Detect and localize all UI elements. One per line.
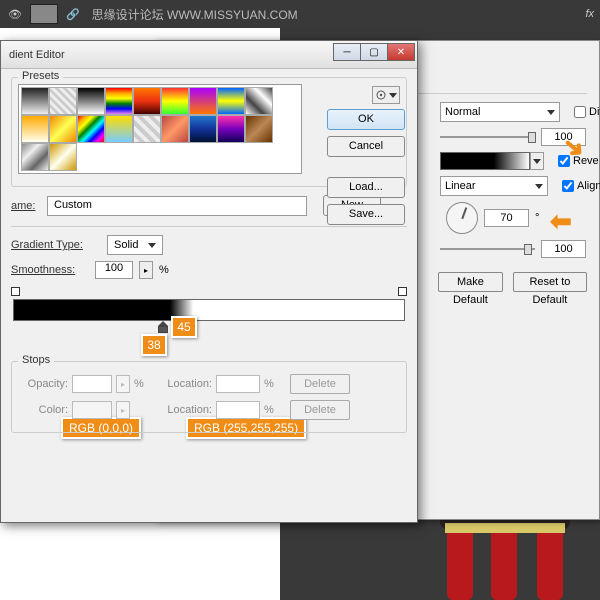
eye-icon: 👁 bbox=[8, 8, 22, 21]
gradient-type-select[interactable]: Solid bbox=[107, 235, 163, 255]
color-label: Color: bbox=[18, 404, 68, 416]
location-input-2 bbox=[216, 401, 260, 419]
popcorn-graphic bbox=[425, 515, 585, 600]
close-button[interactable]: ✕ bbox=[387, 43, 415, 61]
dialog-title: dient Editor bbox=[9, 49, 65, 61]
make-default-button[interactable]: Make Default bbox=[438, 272, 503, 292]
watermark-text: 思缘设计论坛 WWW.MISSYUAN.COM bbox=[92, 6, 298, 23]
smoothness-label: Smoothness: bbox=[11, 264, 89, 276]
save-button[interactable]: Save... bbox=[327, 204, 405, 225]
dropdown-icon bbox=[148, 243, 156, 248]
opacity-stepper: ▸ bbox=[116, 375, 130, 393]
color-swatch bbox=[72, 401, 112, 419]
minimize-button[interactable]: ─ bbox=[333, 43, 361, 61]
opacity-label: Opacity: bbox=[18, 378, 68, 390]
gradient-type-label: Gradient Type: bbox=[11, 239, 101, 251]
app-topbar: 👁 🔗 思缘设计论坛 WWW.MISSYUAN.COM fx bbox=[0, 0, 600, 28]
maximize-button[interactable]: ▢ bbox=[360, 43, 388, 61]
annotation-38: 38 bbox=[141, 334, 167, 356]
name-input[interactable]: Custom bbox=[47, 196, 307, 216]
opacity-stop-right[interactable] bbox=[398, 287, 407, 296]
style-select[interactable]: Linear bbox=[440, 176, 548, 196]
stops-title: Stops bbox=[18, 354, 54, 366]
dropdown-icon bbox=[547, 110, 555, 115]
align-checkbox[interactable] bbox=[562, 180, 574, 192]
gradient-bar[interactable] bbox=[11, 287, 407, 333]
gradient-preview[interactable] bbox=[440, 152, 530, 170]
delete-color-stop: Delete bbox=[290, 400, 350, 420]
preset-grid[interactable] bbox=[18, 84, 302, 174]
location-label-2: Location: bbox=[160, 404, 212, 416]
angle-degree: ° bbox=[535, 212, 539, 224]
dither-checkbox[interactable] bbox=[574, 106, 586, 118]
opacity-slider[interactable] bbox=[528, 132, 536, 143]
arrow-icon: ⬅ bbox=[550, 206, 572, 237]
color-stepper: ▸ bbox=[116, 401, 130, 419]
presets-label: Presets bbox=[18, 70, 63, 82]
gradient-editor-dialog: dient Editor ─ ▢ ✕ Presets bbox=[0, 40, 418, 523]
align-label: Align bbox=[577, 180, 600, 192]
opacity-stop-left[interactable] bbox=[11, 287, 20, 296]
dropdown-icon bbox=[535, 184, 543, 189]
blend-mode-select[interactable]: Normal bbox=[440, 102, 560, 122]
stops-group: Stops Opacity: ▸ % Location: % Delete Co… bbox=[11, 361, 407, 433]
dialog-titlebar[interactable]: dient Editor ─ ▢ ✕ bbox=[1, 41, 417, 69]
location-label: Location: bbox=[160, 378, 212, 390]
delete-opacity-stop: Delete bbox=[290, 374, 350, 394]
cancel-button[interactable]: Cancel bbox=[327, 136, 405, 157]
smoothness-input[interactable]: 100 bbox=[95, 261, 133, 279]
annotation-45: 45 bbox=[171, 316, 197, 338]
smoothness-pct: % bbox=[159, 264, 169, 276]
link-icon: 🔗 bbox=[66, 8, 80, 21]
location-input bbox=[216, 375, 260, 393]
smoothness-stepper[interactable]: ▸ bbox=[139, 261, 153, 279]
fx-badge: fx bbox=[585, 8, 594, 20]
color-stop-black[interactable] bbox=[158, 321, 168, 333]
scale-value[interactable]: 100 bbox=[541, 240, 586, 258]
layer-thumb[interactable] bbox=[30, 4, 58, 24]
angle-value[interactable]: 70 bbox=[484, 209, 529, 227]
scale-slider[interactable] bbox=[524, 244, 532, 255]
ok-button[interactable]: OK bbox=[327, 109, 405, 130]
reset-default-button[interactable]: Reset to Default bbox=[513, 272, 587, 292]
gear-icon bbox=[375, 89, 387, 101]
gradient-dropdown[interactable] bbox=[530, 152, 544, 170]
angle-wheel[interactable] bbox=[446, 202, 478, 234]
name-label: ame: bbox=[11, 200, 41, 212]
opacity-input bbox=[72, 375, 112, 393]
dither-label: Dithe bbox=[589, 106, 600, 118]
load-button[interactable]: Load... bbox=[327, 177, 405, 198]
presets-menu-button[interactable] bbox=[372, 86, 400, 104]
